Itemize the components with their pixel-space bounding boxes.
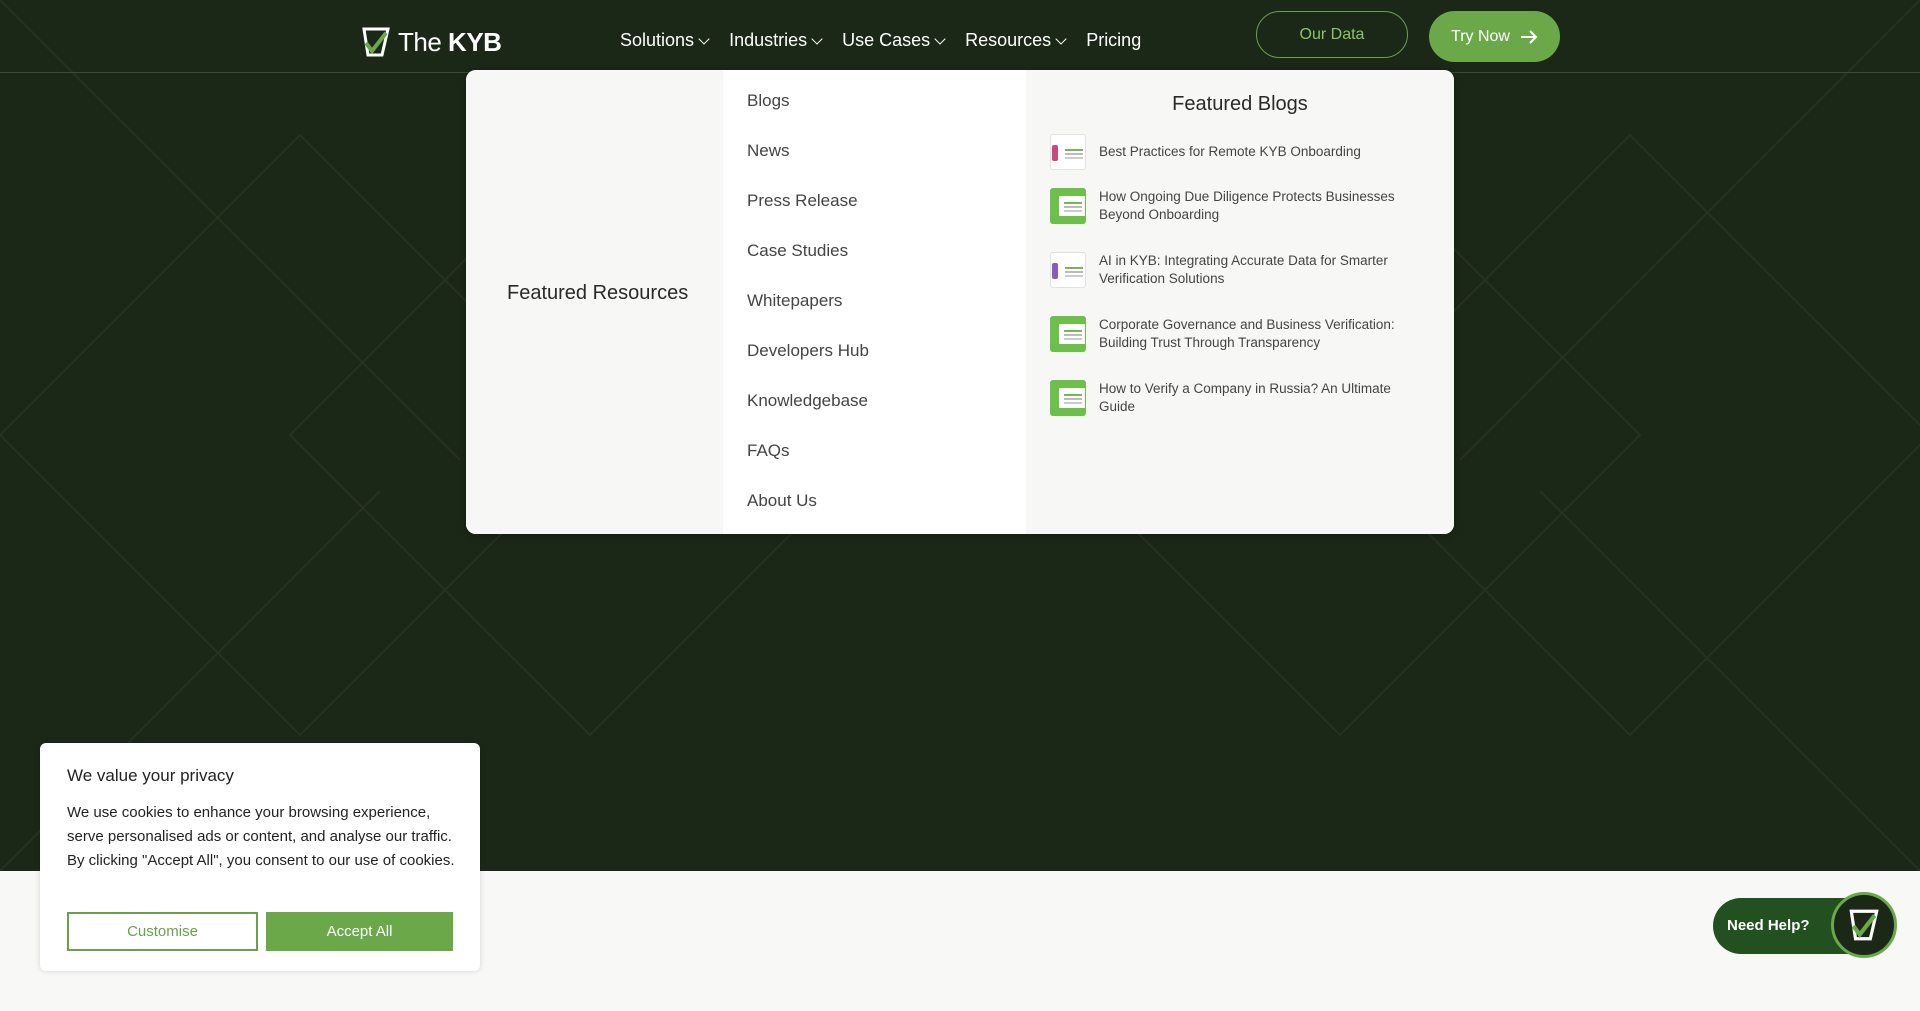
featured-blog-item[interactable]: How to Verify a Company in Russia? An Ul… xyxy=(1050,380,1430,416)
resource-link-case-studies[interactable]: Case Studies xyxy=(747,241,848,261)
resource-link-faqs[interactable]: FAQs xyxy=(747,441,790,461)
nav-solutions[interactable]: Solutions xyxy=(620,30,710,51)
site-logo[interactable]: The KYB xyxy=(360,25,502,59)
try-now-button[interactable]: Try Now xyxy=(1429,11,1560,62)
help-chat-icon[interactable] xyxy=(1831,892,1897,958)
main-nav: Solutions Industries Use Cases Resources… xyxy=(620,30,1162,51)
featured-blogs-title: Featured Blogs xyxy=(1172,93,1308,115)
chevron-down-icon xyxy=(1055,32,1067,45)
blog-thumbnail xyxy=(1050,134,1086,170)
resource-link-blogs[interactable]: Blogs xyxy=(747,91,790,111)
resource-link-developers-hub[interactable]: Developers Hub xyxy=(747,341,869,361)
featured-blog-item[interactable]: How Ongoing Due Diligence Protects Busin… xyxy=(1050,188,1430,224)
resource-link-about-us[interactable]: About Us xyxy=(747,491,817,511)
customise-button[interactable]: Customise xyxy=(67,912,258,951)
featured-blogs-panel: Featured Blogs Best Practices for Remote… xyxy=(1026,70,1454,534)
featured-resources-panel: Featured Resources xyxy=(466,70,723,534)
cookie-title: We value your privacy xyxy=(67,766,234,785)
featured-blog-item[interactable]: Best Practices for Remote KYB Onboarding xyxy=(1050,134,1430,170)
blog-title: AI in KYB: Integrating Accurate Data for… xyxy=(1099,253,1388,286)
chevron-down-icon xyxy=(811,32,823,45)
featured-blog-item[interactable]: Corporate Governance and Business Verifi… xyxy=(1050,316,1430,352)
resources-dropdown: Featured Resources Blogs News Press Rele… xyxy=(466,70,1454,534)
arrow-right-icon xyxy=(1520,29,1538,44)
nav-use-cases[interactable]: Use Cases xyxy=(842,30,946,51)
blog-title: Corporate Governance and Business Verifi… xyxy=(1099,317,1395,350)
cookie-consent-banner: We value your privacy We use cookies to … xyxy=(40,743,480,971)
featured-resources-title: Featured Resources xyxy=(507,282,689,304)
resources-links-panel: Blogs News Press Release Case Studies Wh… xyxy=(723,70,1026,534)
kyb-logo-icon xyxy=(362,27,390,57)
blog-thumbnail xyxy=(1050,252,1086,288)
nav-pricing[interactable]: Pricing xyxy=(1086,30,1141,51)
nav-resources[interactable]: Resources xyxy=(965,30,1067,51)
blog-thumbnail xyxy=(1050,316,1086,352)
blog-thumbnail xyxy=(1050,188,1086,224)
featured-blog-item[interactable]: AI in KYB: Integrating Accurate Data for… xyxy=(1050,252,1430,288)
chevron-down-icon xyxy=(698,32,710,45)
nav-industries[interactable]: Industries xyxy=(729,30,823,51)
blog-title: Best Practices for Remote KYB Onboarding xyxy=(1099,144,1361,159)
resource-link-news[interactable]: News xyxy=(747,141,790,161)
need-help-label: Need Help? xyxy=(1727,917,1810,934)
resource-link-whitepapers[interactable]: Whitepapers xyxy=(747,291,842,311)
blog-title: How to Verify a Company in Russia? An Ul… xyxy=(1099,381,1391,414)
blog-title: How Ongoing Due Diligence Protects Busin… xyxy=(1099,189,1395,222)
cookie-body: We use cookies to enhance your browsing … xyxy=(67,804,455,869)
blog-thumbnail xyxy=(1050,380,1086,416)
chevron-down-icon xyxy=(934,32,946,45)
our-data-button[interactable]: Our Data xyxy=(1256,11,1408,58)
logo-text: The KYB xyxy=(398,26,502,57)
resource-link-press-release[interactable]: Press Release xyxy=(747,191,858,211)
accept-all-button[interactable]: Accept All xyxy=(266,912,453,951)
kyb-logo-icon xyxy=(1849,909,1879,941)
resource-link-knowledgebase[interactable]: Knowledgebase xyxy=(747,391,868,411)
